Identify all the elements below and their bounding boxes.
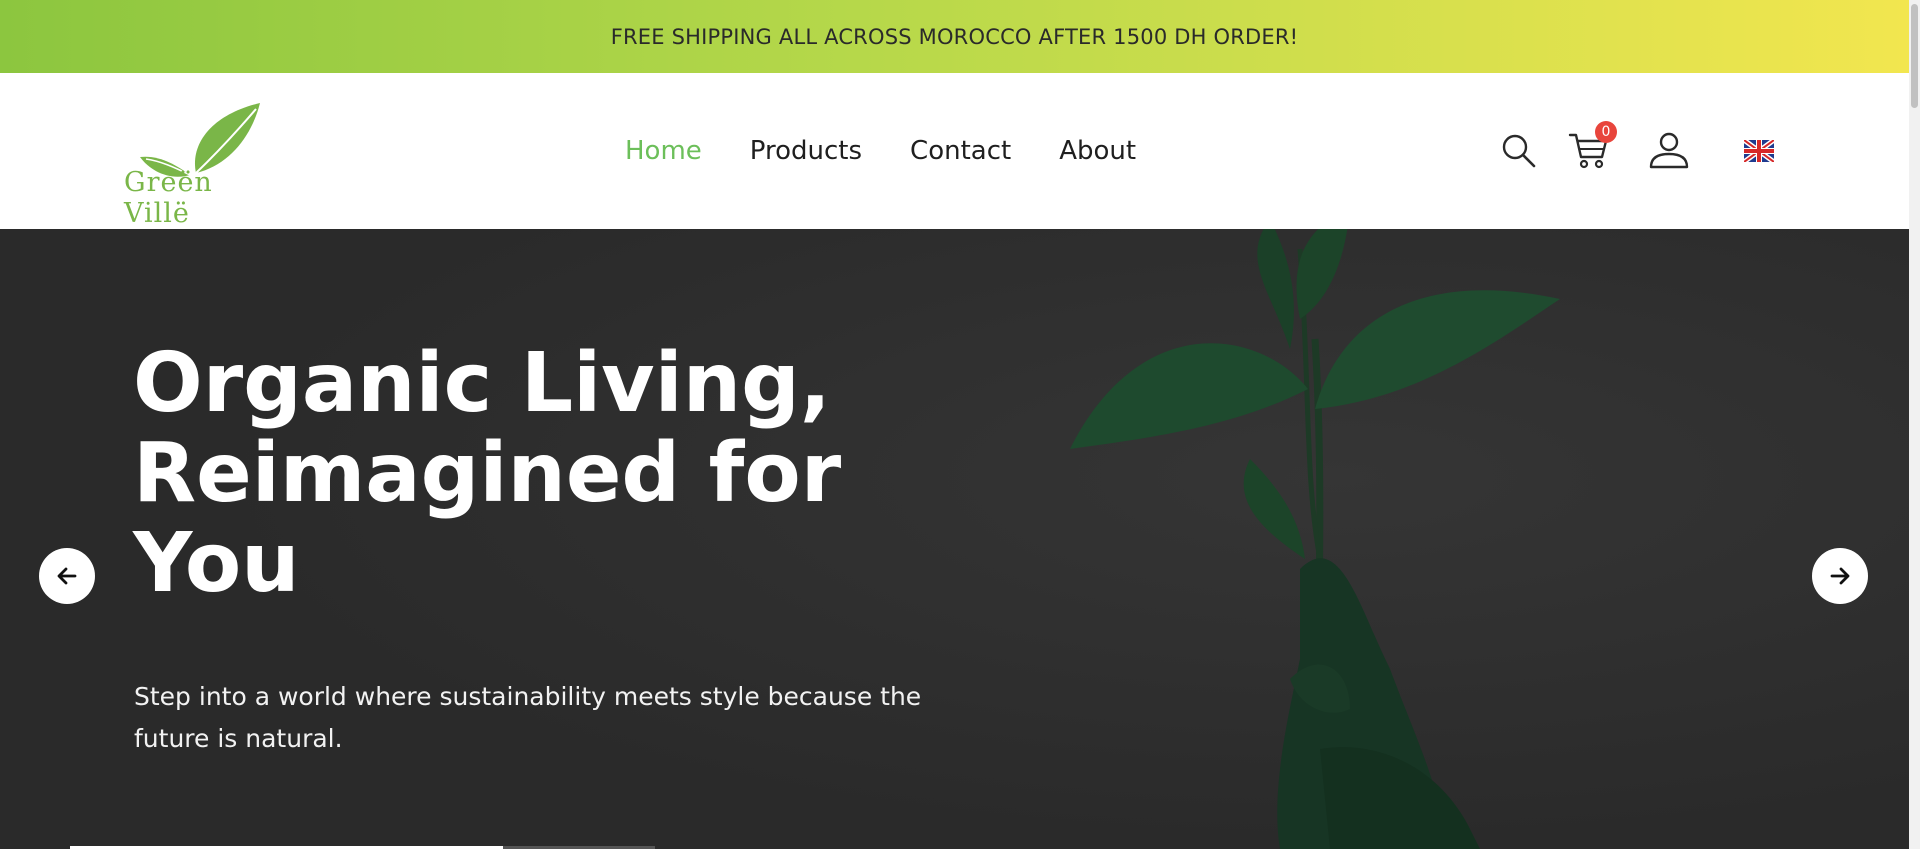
announcement-text: FREE SHIPPING ALL ACROSS MOROCCO AFTER 1… [610, 24, 1299, 49]
language-selector[interactable] [1735, 127, 1783, 175]
nav-home[interactable]: Home [625, 136, 702, 166]
slider-prev-button[interactable] [39, 548, 95, 604]
scrollbar-thumb[interactable] [1911, 4, 1918, 108]
logo[interactable]: Grëën Villë [120, 95, 270, 229]
account-button[interactable] [1645, 127, 1693, 175]
nav-contact[interactable]: Contact [910, 136, 1011, 166]
nav-products[interactable]: Products [750, 136, 862, 166]
logo-text: Grëën Villë [124, 167, 213, 229]
page-scrollbar[interactable] [1909, 0, 1920, 849]
nav-about[interactable]: About [1059, 136, 1136, 166]
main-nav: Home Products Contact About [625, 73, 1136, 229]
arrow-left-icon [57, 567, 77, 585]
hero-slider: Organic Living, Reimagined for You Step … [0, 229, 1909, 849]
arrow-right-icon [1830, 567, 1850, 585]
search-icon [1502, 134, 1536, 168]
cart-count-badge: 0 [1595, 121, 1617, 143]
cart-button[interactable]: 0 [1565, 121, 1617, 175]
hero-subtitle: Step into a world where sustainability m… [134, 682, 922, 753]
user-icon [1649, 132, 1689, 169]
slider-next-button[interactable] [1812, 548, 1868, 604]
search-button[interactable] [1495, 127, 1543, 175]
uk-flag-icon [1744, 140, 1774, 162]
hero-title: Organic Living, Reimagined for You [133, 336, 842, 611]
site-header: Grëën Villë Home Products Contact About … [0, 73, 1909, 229]
announcement-bar: FREE SHIPPING ALL ACROSS MOROCCO AFTER 1… [0, 0, 1909, 73]
